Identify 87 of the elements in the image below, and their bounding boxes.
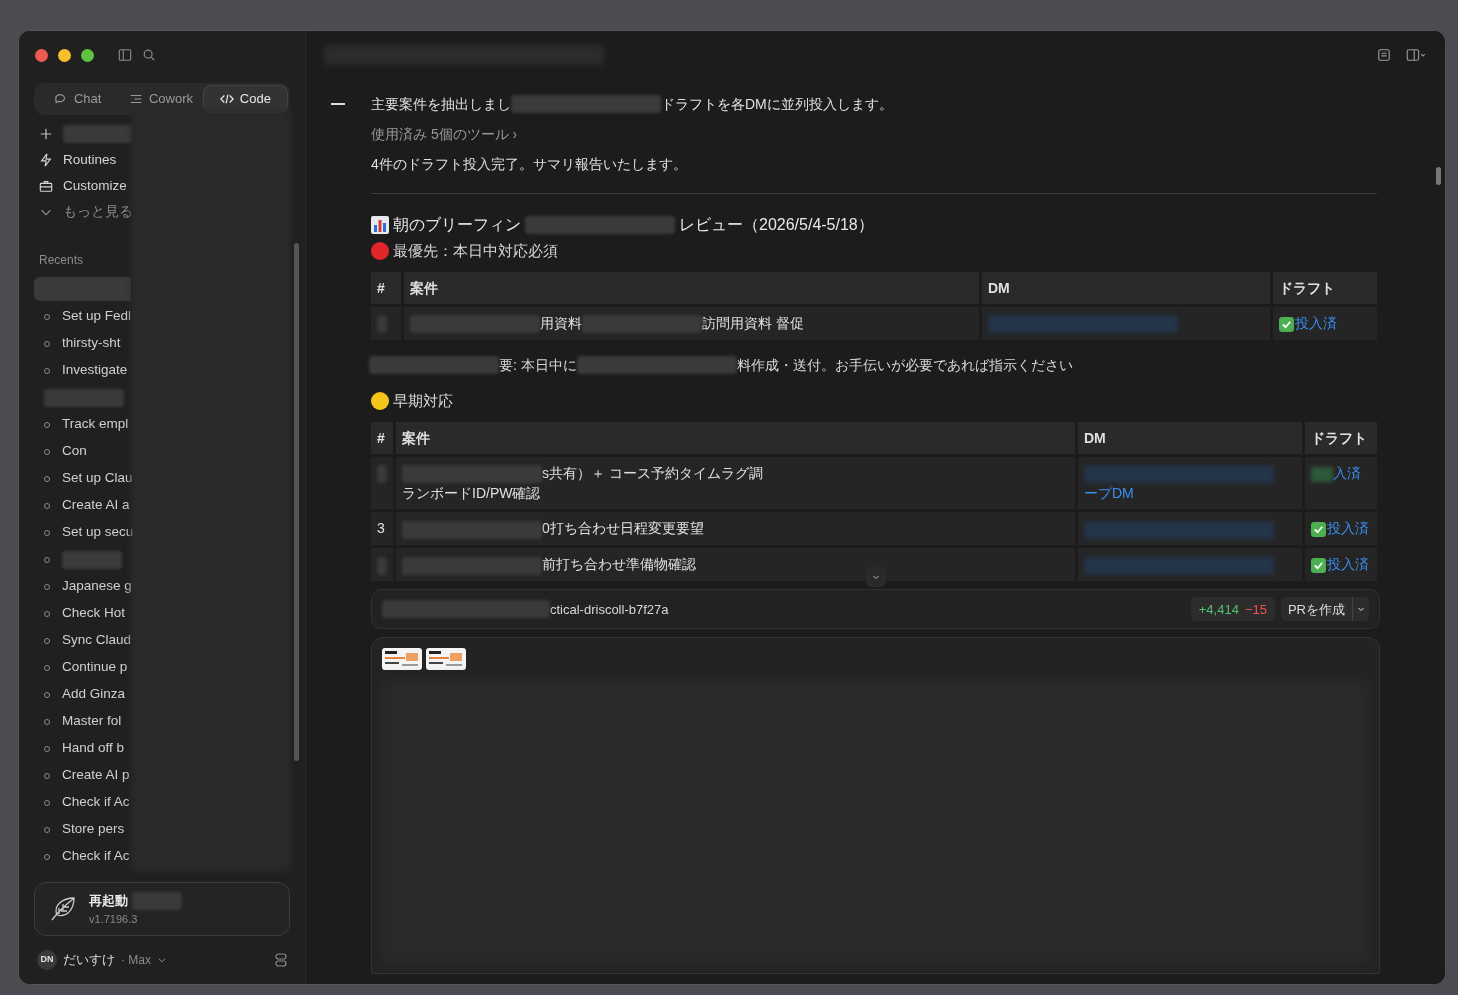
message-text: 料作成・送付。お手伝いが必要であれば指示ください <box>736 355 1073 375</box>
scrollbar <box>1436 167 1441 185</box>
search-icon[interactable] <box>142 48 156 62</box>
sidebar-toggle-icon[interactable] <box>118 48 132 62</box>
recent-item[interactable]: Sync Claud <box>62 630 132 651</box>
dm-link[interactable]: ープDM <box>1084 485 1134 502</box>
message-text: 使用済み 5個のツール › <box>371 124 518 144</box>
minimize-button[interactable] <box>58 48 71 62</box>
section-heading: 早期対応 <box>393 390 453 411</box>
draft-link[interactable]: 投入済 <box>1327 556 1369 573</box>
update-title: 再起動 <box>89 892 128 910</box>
chat-icon <box>53 92 68 106</box>
recent-item[interactable]: Master fol <box>62 711 122 732</box>
recent-item[interactable]: Set up secu <box>62 522 134 543</box>
user-name[interactable]: だいすけ <box>63 950 115 970</box>
leaf-icon <box>49 895 77 923</box>
section-label: Recents <box>38 252 85 269</box>
user-avatar[interactable]: DN <box>37 950 57 970</box>
message-input[interactable] <box>371 637 1380 974</box>
lightning-icon <box>39 153 53 167</box>
mode-tab[interactable]: Chat <box>36 85 120 113</box>
chevron-down-icon[interactable] <box>157 955 167 965</box>
maximize-button[interactable] <box>81 48 94 62</box>
bar-chart-icon <box>371 216 389 234</box>
column-header: # <box>371 422 393 454</box>
blurred-area <box>62 550 122 569</box>
recent-item[interactable]: Check if Ac <box>62 792 130 813</box>
message-text: 主要案件を抽出しまし <box>371 94 511 114</box>
recent-item[interactable]: Check Hot <box>62 603 126 624</box>
case-text: s共有）＋ コース予約タイムラグ調 <box>542 465 763 481</box>
recent-item[interactable]: Track empl <box>62 414 129 435</box>
recent-item[interactable]: Store pers <box>62 819 125 840</box>
column-header: ドラフト <box>1305 422 1377 454</box>
chevron-down-icon <box>1357 605 1365 614</box>
column-header: 案件 <box>404 272 979 304</box>
recent-item[interactable]: Con <box>62 441 87 462</box>
column-header: 案件 <box>396 422 1075 454</box>
briefcase-icon <box>39 179 53 193</box>
draft-link[interactable]: 投入済 <box>1327 520 1369 537</box>
case-text: 0打ち合わせ日程変更要望 <box>542 520 704 537</box>
recent-item[interactable]: Check if Ac <box>62 846 130 867</box>
expand-button[interactable] <box>865 567 886 588</box>
close-button[interactable] <box>35 48 48 62</box>
recent-item[interactable]: Continue p <box>62 657 128 678</box>
diff-stats: +4,414 −15 <box>1190 597 1275 622</box>
column-header: ドラフト <box>1273 272 1377 304</box>
plus-icon[interactable] <box>39 127 53 141</box>
recent-item[interactable]: Set up Clau <box>62 468 133 489</box>
chevron-down-icon <box>871 573 880 582</box>
table-cell: 3 <box>371 512 393 546</box>
list-icon <box>128 92 143 106</box>
recent-item[interactable]: thirsty-sht <box>62 333 121 354</box>
dash-icon <box>331 103 345 105</box>
draft-link[interactable]: 投入済 <box>1295 315 1337 331</box>
code-icon <box>219 92 234 106</box>
recent-item[interactable]: Create AI a <box>62 495 130 516</box>
recent-item[interactable]: Create AI p <box>62 765 130 786</box>
plan-label: · Max <box>121 952 151 969</box>
message-text: ドラフトを各DMに並列投入します。 <box>661 94 893 114</box>
column-header: DM <box>982 272 1270 304</box>
notes-icon[interactable] <box>1377 48 1391 62</box>
nav-item[interactable]: もっと見る <box>39 203 133 221</box>
panel-toggle-icon[interactable] <box>1405 48 1427 62</box>
recent-item[interactable]: Investigate <box>62 360 128 381</box>
mode-tab[interactable]: Code <box>202 85 288 113</box>
section-heading: 最優先：本日中対応必須 <box>393 240 558 261</box>
recent-item[interactable]: Set up Fedl <box>62 306 132 327</box>
mode-tab[interactable]: Cowork <box>119 85 203 113</box>
recent-item[interactable]: Japanese g <box>62 576 132 597</box>
case-text: 前打ち合わせ準備物確認 <box>542 556 696 573</box>
case-text: 用資料 <box>540 315 582 331</box>
column-header: # <box>371 272 401 304</box>
message-text: レビュー（2026/5/4-5/18） <box>679 215 874 235</box>
branch-name: ctical-driscoll-b7f27a <box>550 600 669 619</box>
nav-item[interactable]: Routines <box>39 151 117 169</box>
nav-item[interactable]: Customize <box>39 177 127 195</box>
version-label: v1.7196.3 <box>89 911 139 927</box>
message-text: 要: 本日中に <box>499 355 577 375</box>
message-text: 4件のドラフト投入完了。サマリ報告いたします。 <box>371 154 687 174</box>
recent-item[interactable]: Hand off b <box>62 738 125 759</box>
case-text: ランボードID/PW確認 <box>402 485 541 502</box>
toggle-icon[interactable] <box>275 953 287 967</box>
recent-item[interactable]: Add Ginza <box>62 684 126 705</box>
case-text: 訪問用資料 督促 <box>702 315 804 331</box>
draft-link[interactable]: 入済 <box>1333 465 1361 481</box>
message-text: 朝のブリーフィン <box>393 215 521 235</box>
column-header: DM <box>1078 422 1302 454</box>
